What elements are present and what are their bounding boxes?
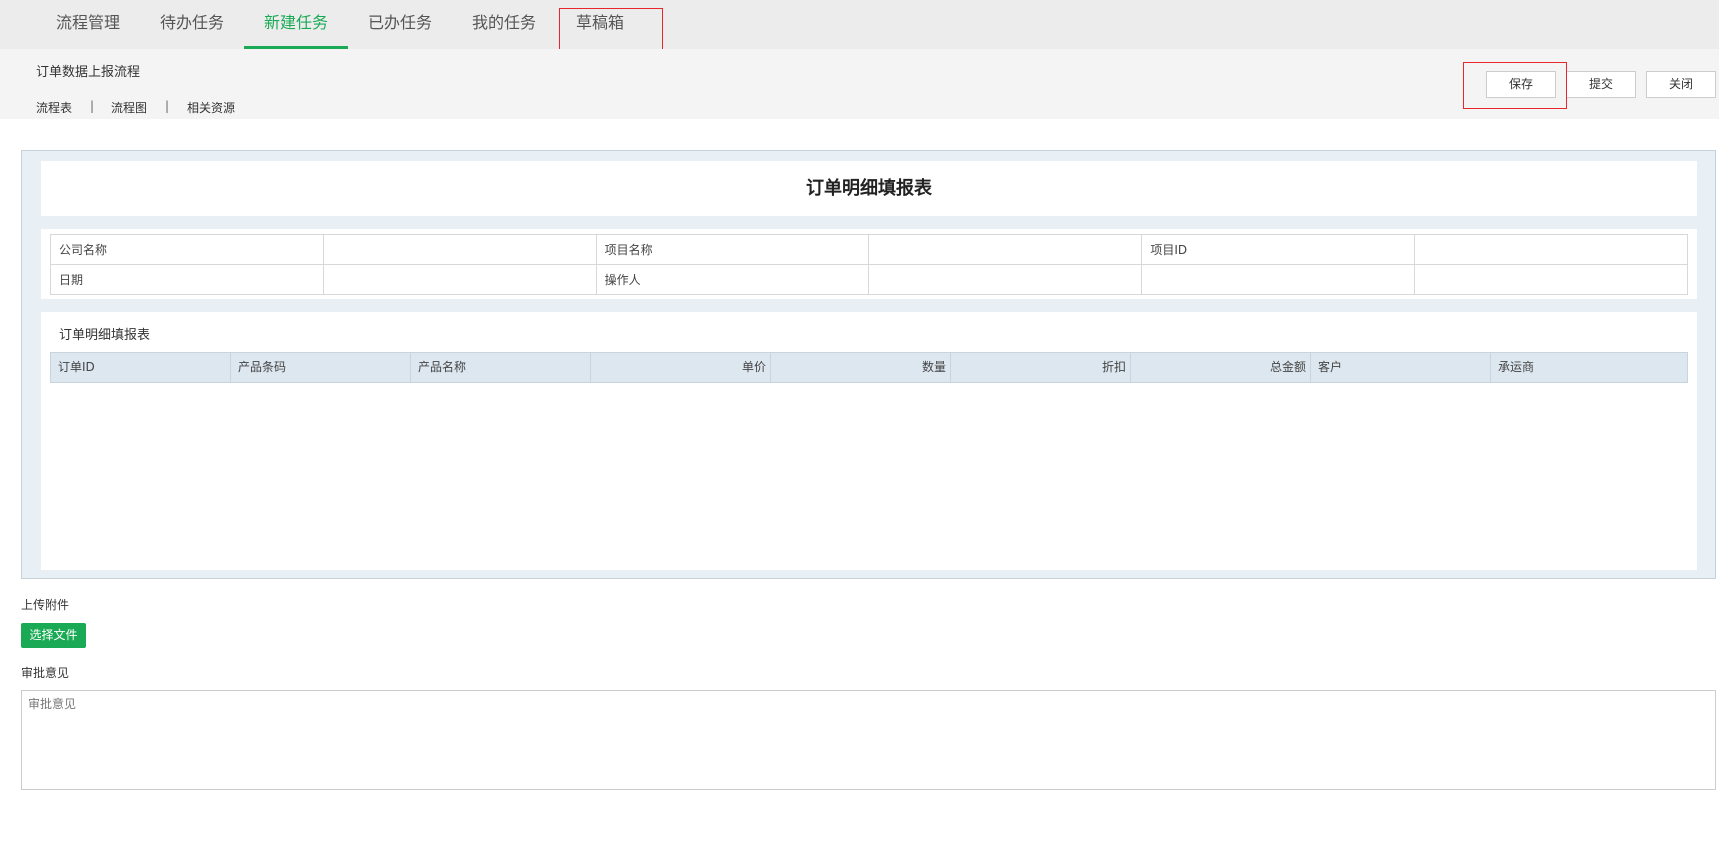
- order-form: 订单明细填报表 公司名称 项目名称 项目ID 日期 操作人 订单明细填报表 订单…: [21, 150, 1716, 579]
- empty-cell: [1141, 264, 1416, 295]
- column-customer: 客户: [1311, 353, 1491, 382]
- project-id-field[interactable]: [1414, 234, 1688, 265]
- table-row: 日期 操作人: [50, 264, 1688, 295]
- tab-process-management[interactable]: 流程管理: [36, 0, 140, 49]
- link-flow-table[interactable]: 流程表: [36, 99, 72, 116]
- tab-done-tasks[interactable]: 已办任务: [348, 0, 452, 49]
- detail-section-title: 订单明细填报表: [59, 328, 151, 343]
- save-button[interactable]: 保存: [1486, 71, 1556, 98]
- link-related-resources[interactable]: 相关资源: [187, 99, 235, 116]
- attachment-label: 上传附件: [21, 598, 70, 612]
- column-unit-price: 单价: [591, 353, 771, 382]
- approval-label: 审批意见: [21, 666, 70, 680]
- company-name-label: 公司名称: [50, 234, 324, 265]
- operator-field[interactable]: [868, 264, 1143, 295]
- close-button[interactable]: 关闭: [1646, 71, 1716, 98]
- column-total-amount: 总金额: [1131, 353, 1311, 382]
- column-quantity: 数量: [771, 353, 951, 382]
- table-row: 公司名称 项目名称 项目ID: [50, 234, 1688, 265]
- date-label: 日期: [50, 264, 324, 295]
- tab-drafts[interactable]: 草稿箱: [548, 0, 652, 49]
- detail-table-header: 订单ID 产品条码 产品名称 单价 数量 折扣 总金额 客户 承运商: [50, 352, 1688, 383]
- approval-opinion-input[interactable]: [21, 690, 1716, 790]
- company-name-field[interactable]: [322, 234, 597, 265]
- info-panel: 公司名称 项目名称 项目ID 日期 操作人: [41, 229, 1697, 299]
- tab-my-tasks[interactable]: 我的任务: [452, 0, 556, 49]
- operator-label: 操作人: [595, 264, 870, 295]
- project-name-label: 项目名称: [595, 234, 870, 265]
- column-order-id: 订单ID: [51, 353, 231, 382]
- top-tab-bar: 流程管理 待办任务 新建任务 已办任务 我的任务 草稿箱: [0, 0, 1719, 50]
- link-separator: |: [90, 99, 95, 113]
- tab-new-task[interactable]: 新建任务: [244, 0, 348, 49]
- column-product-barcode: 产品条码: [231, 353, 411, 382]
- empty-cell: [1414, 264, 1688, 295]
- link-flow-diagram[interactable]: 流程图: [111, 99, 147, 116]
- tab-pending-tasks[interactable]: 待办任务: [140, 0, 244, 49]
- submit-button[interactable]: 提交: [1566, 71, 1636, 98]
- project-name-field[interactable]: [868, 234, 1143, 265]
- info-table: 公司名称 项目名称 项目ID 日期 操作人: [50, 234, 1688, 295]
- choose-file-button[interactable]: 选择文件: [21, 623, 86, 648]
- form-title-panel: 订单明细填报表: [41, 161, 1697, 216]
- column-product-name: 产品名称: [411, 353, 591, 382]
- form-title: 订单明细填报表: [806, 178, 932, 199]
- date-field[interactable]: [322, 264, 597, 295]
- link-separator: |: [165, 99, 170, 113]
- flow-title: 订单数据上报流程: [36, 65, 141, 80]
- column-discount: 折扣: [951, 353, 1131, 382]
- detail-panel: 订单明细填报表 订单ID 产品条码 产品名称 单价 数量 折扣 总金额 客户 承…: [41, 312, 1697, 570]
- column-carrier: 承运商: [1498, 360, 1535, 374]
- project-id-label: 项目ID: [1141, 234, 1416, 265]
- flow-header: 订单数据上报流程 流程表 | 流程图 | 相关资源: [0, 49, 1719, 119]
